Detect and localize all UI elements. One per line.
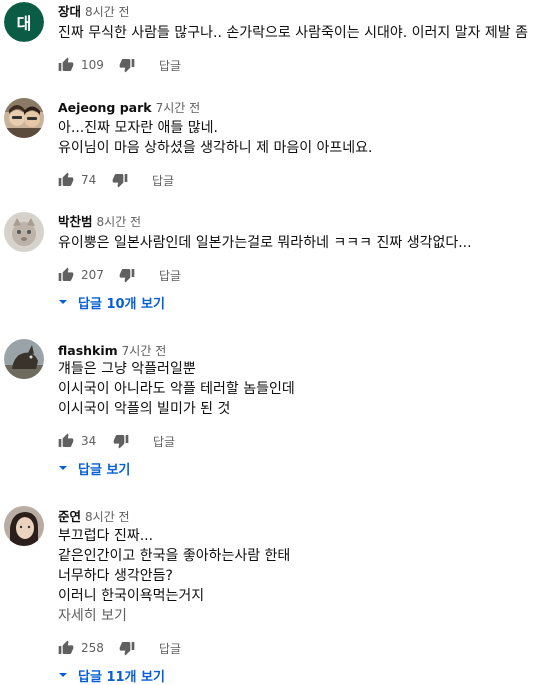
comment-actions: 74 답글	[58, 170, 174, 190]
comment-line: 아...진짜 모자란 애들 많네.	[58, 120, 218, 136]
reply-button[interactable]: 답글	[159, 267, 181, 284]
reply-button[interactable]: 답글	[152, 172, 174, 189]
comment-line: 같은인간이고 한국을 좋아하는사람 한태	[58, 548, 291, 564]
thumb-up-icon[interactable]	[58, 267, 74, 283]
avatar[interactable]	[4, 339, 44, 379]
reply-button[interactable]: 답글	[159, 640, 181, 657]
comment-author[interactable]: Aejeong park	[58, 100, 152, 115]
comment-time[interactable]: 7시간 전	[156, 101, 201, 115]
avatar-photo	[4, 339, 44, 379]
replies-suffix: 보기	[136, 669, 165, 685]
comment-line: 이러니 한국이욕먹는거지	[58, 588, 205, 604]
comment-time[interactable]: 8시간 전	[85, 510, 130, 524]
comment-line: 유이뿡은 일본사람인데 일본가는걸로 뭐라하네 ㅋㅋㅋ 진짜 생각없다...	[58, 235, 472, 251]
comment-header: flashkim 7시간 전	[58, 340, 166, 358]
caret-down-icon	[58, 670, 68, 680]
comment-time[interactable]: 8시간 전	[97, 215, 142, 229]
thumb-down-icon[interactable]	[119, 640, 135, 656]
comment-actions: 109 답글	[58, 55, 181, 75]
like-count: 207	[81, 268, 104, 282]
reply-button[interactable]: 답글	[159, 57, 181, 74]
caret-down-icon	[58, 463, 68, 473]
replies-count: 11개	[106, 669, 137, 685]
thumb-down-icon[interactable]	[119, 57, 135, 73]
comment-time[interactable]: 8시간 전	[85, 5, 130, 19]
comment-header: Aejeong park 7시간 전	[58, 97, 200, 115]
comment-header: 박찬범 8시간 전	[58, 211, 141, 229]
thumb-up-icon[interactable]	[58, 433, 74, 449]
comment-body: 아...진짜 모자란 애들 많네. 유이님이 마음 상하셨을 생각하니 제 마음…	[58, 118, 373, 158]
comment-body: 걔들은 그냥 악플러일뿐 이시국이 아니라도 악플 테러할 놈들인데 이시국이 …	[58, 359, 295, 419]
avatar[interactable]	[4, 98, 44, 138]
thumb-down-icon[interactable]	[112, 172, 128, 188]
like-count: 34	[81, 434, 97, 448]
replies-prefix: 답글	[78, 296, 107, 312]
comment-author[interactable]: 장대	[58, 4, 81, 19]
comment-line: 이시국이 악플의 빌미가 된 것	[58, 401, 231, 417]
replies-count: 10개	[106, 296, 137, 312]
avatar[interactable]: 대	[4, 2, 44, 42]
avatar-letter: 대	[4, 2, 44, 42]
comment-line: 유이님이 마음 상하셨을 생각하니 제 마음이 아프네요.	[58, 140, 373, 156]
view-replies-button[interactable]: 답글 보기	[58, 458, 130, 478]
thumb-up-icon[interactable]	[58, 640, 74, 656]
avatar-photo	[4, 212, 44, 252]
comment-header: 준연 8시간 전	[58, 506, 130, 524]
avatar-photo	[4, 506, 44, 546]
reply-button[interactable]: 답글	[153, 433, 175, 450]
comment-author[interactable]: 박찬범	[58, 214, 93, 229]
thumb-down-icon[interactable]	[113, 433, 129, 449]
comment-body: 진짜 무식한 사람들 많구나.. 손가락으로 사람죽이는 시대야. 이러지 말자…	[58, 23, 528, 43]
like-count: 74	[81, 173, 97, 187]
comment-header: 장대 8시간 전	[58, 1, 130, 19]
thumb-down-icon[interactable]	[119, 267, 135, 283]
comment-line: 너무하다 생각안듬?	[58, 568, 173, 584]
comment-line: 걔들은 그냥 악플러일뿐	[58, 361, 196, 377]
avatar[interactable]	[4, 506, 44, 546]
avatar-photo	[4, 98, 44, 138]
read-more-link[interactable]: 자세히 보기	[58, 606, 290, 626]
thumb-up-icon[interactable]	[58, 57, 74, 73]
view-replies-button[interactable]: 답글 11개 보기	[58, 665, 165, 685]
like-count: 109	[81, 58, 104, 72]
thumb-up-icon[interactable]	[58, 172, 74, 188]
comment-actions: 207 답글	[58, 265, 181, 285]
replies-prefix: 답글	[78, 669, 107, 685]
view-replies-button[interactable]: 답글 10개 보기	[58, 292, 165, 312]
avatar[interactable]	[4, 212, 44, 252]
replies-label: 답글 보기	[78, 462, 131, 478]
comment-line: 진짜 무식한 사람들 많구나.. 손가락으로 사람죽이는 시대야. 이러지 말자…	[58, 25, 529, 41]
caret-down-icon	[58, 297, 68, 307]
comment-actions: 258 답글	[58, 638, 181, 658]
replies-suffix: 보기	[136, 296, 165, 312]
comment-line: 부끄럽다 진짜...	[58, 528, 154, 544]
comment-body: 부끄럽다 진짜... 같은인간이고 한국을 좋아하는사람 한태 너무하다 생각안…	[58, 526, 290, 626]
comment-body: 유이뿡은 일본사람인데 일본가는걸로 뭐라하네 ㅋㅋㅋ 진짜 생각없다...	[58, 233, 472, 253]
comment-actions: 34 답글	[58, 431, 175, 451]
comment-author[interactable]: flashkim	[58, 343, 118, 358]
like-count: 258	[81, 641, 104, 655]
comment-author[interactable]: 준연	[58, 509, 81, 524]
comment-line: 이시국이 아니라도 악플 테러할 놈들인데	[58, 381, 295, 397]
comment-time[interactable]: 7시간 전	[122, 344, 167, 358]
